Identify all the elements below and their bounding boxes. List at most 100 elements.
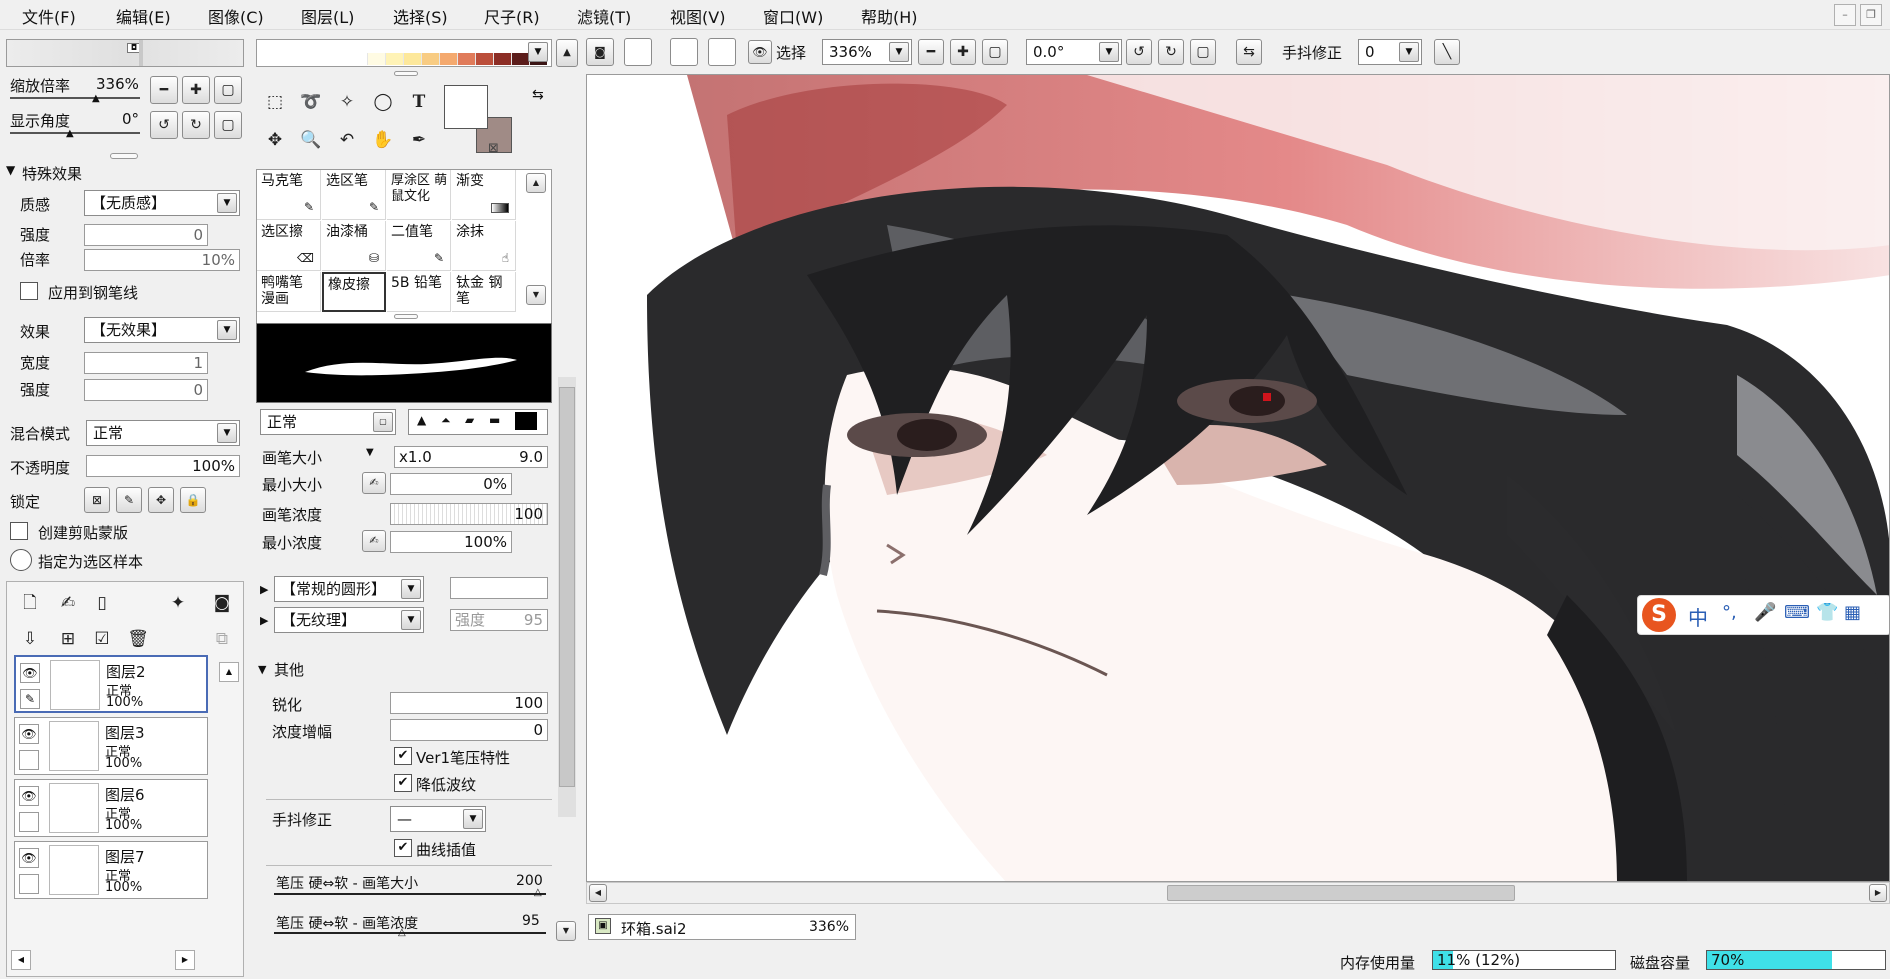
layer-scroll-up-button[interactable]: ▲ (219, 662, 239, 682)
color-swatch[interactable] (493, 53, 511, 65)
toolbar-stabilizer-dropdown[interactable]: 0 ▼ (1358, 39, 1422, 65)
menu-filter[interactable]: 滤镜(T) (577, 4, 631, 28)
angle-slider-thumb[interactable]: ▲ (66, 128, 74, 139)
brush-selection-pen[interactable]: 选区笔 ✎ (322, 170, 386, 220)
collapse-up-button[interactable]: ▲ (556, 39, 578, 67)
color-swatch[interactable] (475, 53, 493, 65)
move-icon[interactable]: ✥ (260, 125, 290, 155)
layer-lock-slot[interactable] (19, 874, 39, 894)
menu-select[interactable]: 选择(S) (393, 4, 448, 28)
rotate-right-button[interactable]: ↻ (182, 111, 210, 139)
brush-scroll-down-button[interactable]: ▼ (526, 285, 546, 305)
brush-blur[interactable]: 涂抹 ☝ (452, 221, 516, 271)
brush-bucket[interactable]: 油漆桶 ⛁ (322, 221, 386, 271)
expand-arrow-icon[interactable]: ▶ (260, 614, 268, 627)
scroll-left-button[interactable]: ◀ (589, 884, 607, 902)
tip-dome-icon[interactable]: ⏶ (441, 413, 451, 428)
brush-duckbill[interactable]: 鸭嘴笔 漫画 (257, 272, 321, 312)
color-swatch[interactable] (403, 53, 421, 65)
menu-layer[interactable]: 图层(L) (301, 4, 354, 28)
straight-line-icon[interactable]: ╲ (1434, 39, 1460, 65)
shape-param-field[interactable] (450, 577, 548, 599)
menu-window[interactable]: 窗口(W) (763, 4, 823, 28)
navigator-toggle-icon[interactable]: ◙ (586, 38, 614, 66)
text-tool-icon[interactable]: T (404, 87, 434, 117)
blend-mode-dropdown[interactable]: 正常 ▼ (86, 420, 240, 446)
settings-scrollbar-track[interactable] (558, 377, 576, 817)
brush-titanium-pen[interactable]: 钛金 钢笔 (452, 272, 516, 312)
eye-icon[interactable]: 👁 (748, 40, 772, 64)
lock-transparency-icon[interactable]: ⊠ (84, 487, 110, 513)
toolbar-rotate-reset-button[interactable]: ▢ (1190, 39, 1216, 65)
scroll-right-button[interactable]: ▶ (1869, 884, 1887, 902)
skin-icon[interactable]: 👕 (1816, 602, 1838, 623)
swatch-splitter[interactable] (394, 71, 418, 76)
texture-dropdown[interactable]: 【无质感】 ▼ (84, 190, 240, 216)
transfer-down-icon[interactable]: ⇩ (15, 624, 45, 654)
pen-icon[interactable]: ✎ (20, 689, 40, 709)
effect-strength-field[interactable]: 0 (84, 379, 208, 401)
document-tab[interactable]: ▣ 环箱.sai2 336% (588, 914, 856, 940)
brush-binary[interactable]: 二值笔 ✎ (387, 221, 451, 271)
brush-scroll-up-button[interactable]: ▲ (526, 173, 546, 193)
settings-scroll-down-button[interactable]: ▼ (556, 921, 576, 941)
color-swatch[interactable] (421, 53, 439, 65)
effect-width-field[interactable]: 1 (84, 352, 208, 374)
merge-down-icon[interactable]: ⊞ (53, 624, 83, 654)
ime-toolbar[interactable]: S 中 °, 🎤 ⌨ 👕 ▦ (1637, 595, 1889, 635)
visibility-eye-icon[interactable]: 👁 (19, 848, 39, 868)
clipping-mask-checkbox[interactable] (10, 522, 28, 540)
reset-colors-icon[interactable]: ⊠ (488, 141, 499, 156)
zoom-out-button[interactable]: ━ (150, 76, 178, 104)
lock-paint-icon[interactable]: ✎ (116, 487, 142, 513)
sharpen-field[interactable]: 100 (390, 692, 548, 714)
brush-gradient[interactable]: 渐变 (452, 170, 516, 220)
color-swatch[interactable] (439, 53, 457, 65)
tip-square-icon[interactable]: ▬ (489, 413, 500, 427)
color-swatch[interactable] (367, 53, 385, 65)
layer-item[interactable]: 👁 图层3 正常 100% (14, 717, 208, 775)
menu-ruler[interactable]: 尺子(R) (484, 4, 540, 28)
layer-lock-slot[interactable] (19, 750, 39, 770)
ime-logo-icon[interactable]: S (1642, 598, 1676, 632)
microphone-icon[interactable]: 🎤 (1754, 602, 1776, 623)
hand-icon[interactable]: ✋ (368, 125, 398, 155)
lasso-icon[interactable]: ➰ (296, 87, 326, 117)
tex-strength-field[interactable]: 0 (84, 224, 208, 246)
pressure-density-toggle-icon[interactable]: ✍ (362, 530, 386, 552)
panel-splitter-handle[interactable] (110, 153, 138, 159)
lock-move-icon[interactable]: ✥ (148, 487, 174, 513)
rect-select-icon[interactable]: ⬚ (260, 87, 290, 117)
menu-image[interactable]: 图像(C) (208, 4, 264, 28)
visibility-eye-icon[interactable]: 👁 (20, 663, 40, 683)
layer-item[interactable]: 👁 图层7 正常 100% (14, 841, 208, 899)
angle-slider[interactable] (10, 132, 140, 134)
minimize-button[interactable]: – (1834, 4, 1856, 26)
pressure-size-toggle-icon[interactable]: ✍ (362, 472, 386, 494)
layer-item[interactable]: 👁 图层6 正常 100% (14, 779, 208, 837)
pressure-size-thumb[interactable]: △ (534, 887, 542, 898)
toolbar-zoom-reset-button[interactable]: ▢ (982, 39, 1008, 65)
texture-strength-field[interactable]: 强度 95 (450, 609, 548, 631)
pressure-density-slider[interactable] (274, 932, 546, 934)
canvas-hscrollbar[interactable]: ◀ ▶ (586, 882, 1890, 904)
layer-scroll-right-button[interactable]: ▶ (175, 950, 195, 970)
toolbar-zoom-in-button[interactable]: ✚ (950, 39, 976, 65)
shape-icon[interactable]: ◯ (368, 87, 398, 117)
zoom-slider[interactable] (10, 97, 140, 99)
brush-stabilizer-dropdown[interactable]: — ▼ (390, 806, 486, 832)
brush-density-field[interactable]: 100 (390, 503, 548, 525)
collapse-arrow-icon[interactable]: ▼ (6, 163, 15, 177)
rotate-tool-icon[interactable]: ↶ (332, 125, 362, 155)
brush-blend-dropdown[interactable]: 正常 ▢ (260, 409, 396, 435)
pressure-size-slider[interactable] (274, 893, 546, 895)
toolbar-zoom-dropdown[interactable]: 336% ▼ (822, 39, 912, 65)
brush-shape-dropdown[interactable]: 【常规的圆形】 ▼ (274, 576, 424, 602)
layer-effect-icon[interactable]: ✦ (163, 588, 193, 618)
visibility-eye-icon[interactable]: 👁 (19, 724, 39, 744)
brush-thick-paint[interactable]: 厚涂区 萌鼠文化 (387, 170, 451, 220)
new-pen-layer-icon[interactable]: ✍ (53, 588, 83, 618)
ime-language[interactable]: 中 (1688, 602, 1708, 631)
ver1-pressure-checkbox[interactable]: ✔ (394, 747, 412, 765)
tex-scale-field[interactable]: 10% (84, 249, 240, 271)
